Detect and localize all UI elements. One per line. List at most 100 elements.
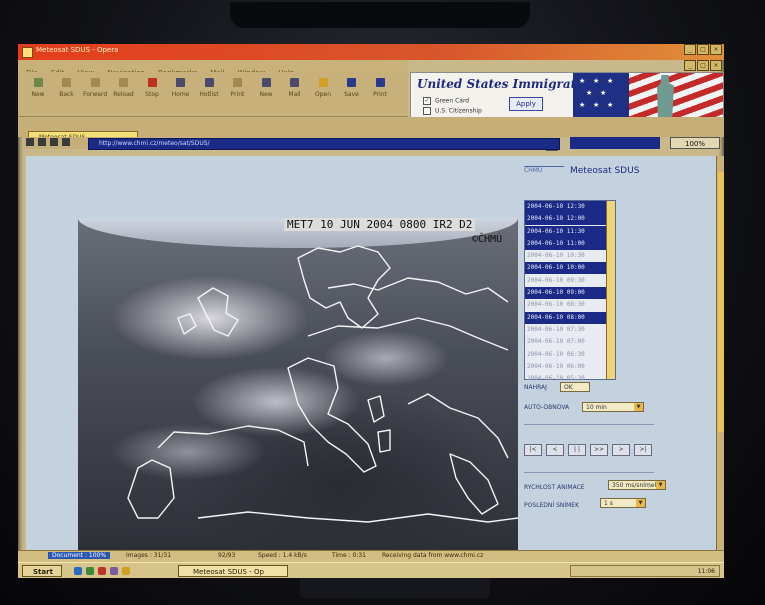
time-list-item[interactable]: 2004-06-10 12:30: [525, 201, 615, 213]
doc-close-button[interactable]: ×: [710, 60, 722, 71]
reload-icon: [119, 78, 128, 87]
new-page-icon: [33, 78, 43, 87]
nav-icon-2[interactable]: [38, 138, 46, 146]
toolbar-button-5[interactable]: Home: [169, 78, 193, 98]
time-list-item[interactable]: 2004-06-10 06:30: [525, 349, 615, 361]
animation-control-button[interactable]: |<: [524, 444, 542, 456]
chevron-down-icon[interactable]: ▼: [636, 499, 645, 507]
time-list-item[interactable]: 2004-06-10 09:30: [525, 275, 615, 287]
doc-minimize-button[interactable]: _: [684, 60, 696, 71]
toolbar-button-3[interactable]: Reload: [112, 78, 136, 98]
time-list-item[interactable]: 2004-06-10 12:00: [525, 213, 615, 226]
page-scrollbar[interactable]: [716, 156, 724, 552]
rychlost-select[interactable]: 350 ms/snímek ▼: [608, 480, 666, 490]
time-list-item[interactable]: 2004-06-10 06:00: [525, 361, 615, 373]
opera-app-icon: [22, 47, 33, 58]
url-text: http://www.chmi.cz/meteo/sat/SDUS/: [99, 140, 210, 147]
toolbar-button-6[interactable]: Hotlist: [197, 78, 221, 98]
toolbar-button-11[interactable]: Save: [340, 78, 364, 98]
toolbar-button-10[interactable]: Open: [311, 78, 335, 98]
nav-icon-4[interactable]: [62, 138, 70, 146]
minimize-button[interactable]: _: [684, 44, 696, 55]
time-list-item[interactable]: 2004-06-10 07:00: [525, 336, 615, 348]
maximize-button[interactable]: □: [697, 44, 709, 55]
toolbar-button-8[interactable]: New: [254, 78, 278, 98]
flag-canton: ★ ★ ★ ★ ★ ★ ★ ★: [573, 73, 629, 117]
folder-quicklaunch-icon[interactable]: [122, 567, 130, 575]
media-quicklaunch-icon[interactable]: [110, 567, 118, 575]
time-list-item[interactable]: 2004-06-10 11:00: [525, 237, 615, 250]
time-list[interactable]: 2004-06-10 12:30 2004-06-10 12:00 2004-06-…: [524, 200, 616, 382]
toolbar-button-label: Print: [230, 91, 245, 98]
control-panel: ČHMÚ Meteosat SDUS 2004-06-10 12:30 2004-…: [520, 156, 714, 552]
nav-icon-1[interactable]: [26, 138, 34, 146]
status-message: Receiving data from www.chmi.cz: [382, 552, 484, 559]
toolbar-button-label: Back: [59, 91, 74, 98]
search-input[interactable]: [570, 137, 660, 149]
checkbox-icon[interactable]: ✓: [423, 97, 431, 105]
ad-option-green-card[interactable]: ✓ Green Card: [423, 97, 469, 105]
ad-title: United States Immigration: [417, 77, 598, 91]
desktop-quicklaunch-icon[interactable]: [86, 567, 94, 575]
immigration-ad-banner[interactable]: United States Immigration ✓ Green Card U.…: [410, 72, 724, 118]
time-list-item[interactable]: 2004-06-10 11:30: [525, 225, 615, 238]
doc-restore-button[interactable]: □: [697, 60, 709, 71]
animation-control-button[interactable]: >>: [590, 444, 608, 456]
ad-option-citizenship[interactable]: U.S. Citizenship: [423, 107, 482, 115]
title-bar: Meteosat SDUS - Opera _ □ ×: [18, 44, 724, 60]
toolbar-button-0[interactable]: New: [26, 78, 50, 98]
new-window-icon: [261, 78, 271, 87]
page-scrollbar-thumb[interactable]: [718, 172, 724, 432]
chevron-down-icon[interactable]: ▼: [656, 481, 665, 489]
animation-control-button[interactable]: <: [546, 444, 564, 456]
animation-control-button[interactable]: >|: [634, 444, 652, 456]
toolbar-button-label: Stop: [145, 91, 159, 98]
zoom-select[interactable]: 100%: [670, 137, 720, 149]
nav-icon-3[interactable]: [50, 138, 58, 146]
posledni-label: POSLEDNÍ SNÍMEK: [524, 502, 580, 509]
ie-quicklaunch-icon[interactable]: [74, 567, 82, 575]
back-arrow-icon: [62, 78, 71, 87]
toolbar-button-4[interactable]: Stop: [140, 78, 164, 98]
opera-quicklaunch-icon[interactable]: [98, 567, 106, 575]
close-button[interactable]: ×: [710, 44, 722, 55]
satellite-caption-text: MET7 10 JUN 2004 0800 IR2 D2: [284, 218, 476, 231]
taskbar-opera-window[interactable]: Meteosat SDUS - Op: [178, 565, 288, 577]
tab-row: Meteosat SDUS ▾: [18, 117, 724, 151]
mail-icon: [290, 78, 299, 87]
toolbar-button-7[interactable]: Print: [226, 78, 250, 98]
animation-control-button[interactable]: | |: [568, 444, 586, 456]
status-document: Document : 100%: [48, 552, 111, 559]
checkbox-icon[interactable]: [423, 107, 431, 115]
address-bar: http://www.chmi.cz/meteo/sat/SDUS/: [24, 137, 560, 150]
url-input[interactable]: http://www.chmi.cz/meteo/sat/SDUS/: [88, 138, 560, 150]
start-button[interactable]: Start: [22, 565, 62, 577]
system-tray: 11:06: [570, 565, 720, 577]
forward-arrow-icon: [90, 78, 100, 87]
time-list-item[interactable]: 2004-06-10 07:30: [525, 324, 615, 336]
time-list-item[interactable]: 2004-06-10 10:30: [525, 250, 615, 262]
toolbar-button-12[interactable]: Print: [368, 78, 392, 98]
rychlost-label: RYCHLOST ANIMACE: [524, 484, 585, 491]
chevron-down-icon[interactable]: ▼: [634, 403, 643, 411]
animation-control-button[interactable]: >: [612, 444, 630, 456]
panel-title: Meteosat SDUS: [570, 166, 640, 176]
time-list-item[interactable]: 2004-06-10 10:00: [525, 262, 615, 275]
toolbar-button-label: Print: [373, 91, 387, 98]
chmi-logo: ČHMÚ: [524, 166, 564, 197]
time-list-item[interactable]: 2004-06-10 08:30: [525, 299, 615, 311]
time-list-item[interactable]: 2004-06-10 09:00: [525, 287, 615, 300]
toolbar-button-2[interactable]: Forward: [83, 78, 107, 98]
satellite-credit: ©ČHMÚ: [472, 234, 503, 245]
posledni-select[interactable]: 1 s ▼: [600, 498, 646, 508]
time-list-item[interactable]: 2004-06-10 08:00: [525, 311, 615, 324]
time-list-scrollbar[interactable]: [606, 201, 615, 379]
open-folder-icon: [318, 78, 328, 87]
toolbar-button-1[interactable]: Back: [55, 78, 79, 98]
ad-apply-button[interactable]: Apply: [509, 97, 543, 111]
toolbar-button-9[interactable]: Mail: [283, 78, 307, 98]
autoobnova-select[interactable]: 10 min ▼: [582, 402, 644, 412]
nahraj-button[interactable]: OK: [560, 382, 590, 392]
window-title: Meteosat SDUS - Opera: [36, 46, 119, 54]
status-speed: Speed : 1.4 kB/s: [258, 552, 307, 559]
